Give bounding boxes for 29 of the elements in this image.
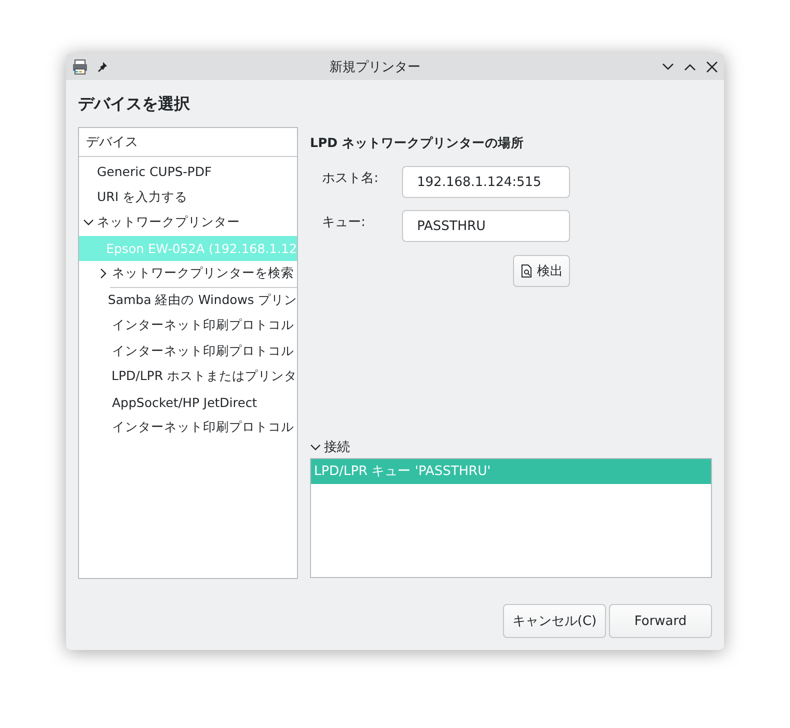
- field-label: キュー:: [322, 214, 366, 231]
- section-title: LPD ネットワークプリンターの場所: [310, 135, 525, 152]
- tree-item[interactable]: インターネット印刷プロトコル: [79, 338, 297, 364]
- tree-item[interactable]: LPD/LPR ホストまたはプリンタ: [79, 364, 297, 390]
- column-header[interactable]: デバイス: [79, 128, 297, 157]
- tree-item[interactable]: Generic CUPS-PDF: [79, 159, 297, 184]
- detect-button[interactable]: 検出: [513, 255, 570, 287]
- tree-item[interactable]: インターネット印刷プロトコル: [79, 313, 297, 338]
- field-label: ホスト名:: [322, 170, 380, 187]
- collapsed-chevron-icon[interactable]: [98, 268, 109, 280]
- connection-expander[interactable]: 接続: [310, 437, 350, 457]
- minimize-icon[interactable]: [662, 60, 674, 72]
- cancel-button[interactable]: キャンセル(C): [503, 604, 606, 638]
- page-heading: デバイスを選択: [77, 93, 190, 114]
- expanded-chevron-icon[interactable]: [310, 442, 321, 452]
- tree-item[interactable]: Samba 経由の Windows プリン: [79, 288, 297, 313]
- text-field[interactable]: 192.168.1.124:515: [402, 166, 570, 198]
- printer-icon: [72, 58, 88, 74]
- pin-icon[interactable]: [96, 60, 108, 72]
- tree-item[interactable]: ネットワークプリンター: [79, 210, 297, 236]
- tree-item[interactable]: AppSocket/HP JetDirect: [79, 390, 297, 415]
- tree-item[interactable]: ネットワークプリンターを検索: [79, 261, 297, 286]
- document-search-icon: [520, 264, 533, 278]
- tree-item[interactable]: インターネット印刷プロトコル: [79, 415, 297, 440]
- forward-button[interactable]: Forward: [609, 604, 712, 638]
- tree-item[interactable]: URI を入力する: [79, 184, 297, 210]
- close-icon[interactable]: [706, 60, 718, 72]
- window-title: 新規プリンター: [328, 58, 422, 76]
- text-field[interactable]: PASSTHRU: [402, 210, 570, 242]
